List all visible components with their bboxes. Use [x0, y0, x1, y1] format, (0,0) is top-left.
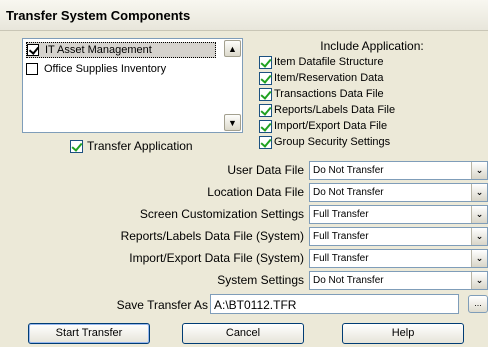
import-export-data-file-system-select[interactable]: Full Transfer ⌄	[309, 249, 488, 268]
chevron-down-icon[interactable]: ⌄	[471, 206, 487, 223]
include-item-import-export-data-file[interactable]: Import/Export Data File	[259, 119, 387, 133]
checkbox-box[interactable]	[259, 103, 272, 117]
transfer-application-checkbox[interactable]: Transfer Application	[70, 139, 193, 153]
title-bar: Transfer System Components	[0, 0, 488, 31]
chevron-down-icon[interactable]: ⌄	[471, 250, 487, 267]
include-item-label: Group Security Settings	[274, 136, 391, 148]
checkbox-box[interactable]	[259, 119, 272, 133]
select-value: Do Not Transfer	[313, 165, 384, 176]
start-transfer-button[interactable]: Start Transfer	[28, 323, 150, 344]
list-item-label: IT Asset Management	[45, 44, 152, 56]
select-value: Full Transfer	[313, 231, 369, 242]
include-item-label: Transactions Data File	[274, 88, 384, 100]
chevron-down-icon[interactable]: ⌄	[471, 228, 487, 245]
location-data-file-label: Location Data File	[207, 185, 304, 199]
chevron-down-icon[interactable]: ⌄	[471, 184, 487, 201]
screen-customization-settings-select[interactable]: Full Transfer ⌄	[309, 205, 488, 224]
include-item-reservation-data[interactable]: Item/Reservation Data	[259, 71, 383, 85]
select-value: Full Transfer	[313, 253, 369, 264]
window-title: Transfer System Components	[6, 8, 191, 23]
include-application-heading: Include Application:	[320, 39, 424, 53]
chevron-down-icon[interactable]: ⌄	[471, 162, 487, 179]
system-settings-select[interactable]: Do Not Transfer ⌄	[309, 271, 488, 290]
checkbox-box[interactable]	[70, 139, 83, 153]
select-value: Do Not Transfer	[313, 275, 384, 286]
reports-labels-data-file-system-label: Reports/Labels Data File (System)	[120, 229, 304, 243]
list-item-label: Office Supplies Inventory	[44, 63, 167, 75]
include-item-label: Item Datafile Structure	[274, 56, 384, 68]
checkbox-box[interactable]	[259, 135, 272, 149]
include-item-label: Reports/Labels Data File	[274, 104, 396, 116]
application-list[interactable]: IT Asset Management Office Supplies Inve…	[22, 38, 243, 133]
help-button[interactable]: Help	[342, 323, 464, 344]
include-item-datafile-structure[interactable]: Item Datafile Structure	[259, 55, 383, 69]
save-path-value: A:\BT0112.TFR	[214, 298, 297, 312]
checkbox-box[interactable]	[259, 71, 272, 85]
select-value: Do Not Transfer	[313, 187, 384, 198]
scroll-down-button[interactable]: ▼	[224, 114, 241, 131]
select-value: Full Transfer	[313, 209, 369, 220]
include-item-transactions-data-file[interactable]: Transactions Data File	[259, 87, 384, 101]
cancel-button[interactable]: Cancel	[182, 323, 304, 344]
save-transfer-as-label: Save Transfer As	[116, 298, 208, 312]
checkbox-box[interactable]	[259, 87, 272, 101]
include-item-reports-labels-data-file[interactable]: Reports/Labels Data File	[259, 103, 395, 117]
app-checkbox-office-supplies-inventory[interactable]	[26, 63, 38, 75]
chevron-down-icon[interactable]: ⌄	[471, 272, 487, 289]
import-export-data-file-system-label: Import/Export Data File (System)	[129, 251, 304, 265]
list-item-office-supplies-inventory[interactable]: Office Supplies Inventory	[26, 61, 216, 77]
system-settings-label: System Settings	[217, 273, 304, 287]
include-item-label: Item/Reservation Data	[274, 72, 384, 84]
user-data-file-label: User Data File	[227, 163, 304, 177]
save-transfer-as-input[interactable]: A:\BT0112.TFR	[210, 294, 459, 314]
checkbox-box[interactable]	[259, 55, 272, 69]
app-checkbox-it-asset-management[interactable]	[27, 44, 39, 56]
include-item-group-security-settings[interactable]: Group Security Settings	[259, 135, 390, 149]
transfer-application-label: Transfer Application	[87, 139, 193, 153]
browse-button[interactable]: ...	[468, 295, 488, 313]
chevron-down-icon: ▼	[228, 117, 237, 128]
user-data-file-select[interactable]: Do Not Transfer ⌄	[309, 161, 488, 180]
location-data-file-select[interactable]: Do Not Transfer ⌄	[309, 183, 488, 202]
list-item-it-asset-management[interactable]: IT Asset Management	[26, 42, 216, 58]
reports-labels-data-file-system-select[interactable]: Full Transfer ⌄	[309, 227, 488, 246]
include-item-label: Import/Export Data File	[274, 120, 388, 132]
chevron-up-icon: ▲	[228, 43, 237, 54]
scroll-up-button[interactable]: ▲	[224, 40, 241, 57]
screen-customization-settings-label: Screen Customization Settings	[139, 207, 304, 221]
